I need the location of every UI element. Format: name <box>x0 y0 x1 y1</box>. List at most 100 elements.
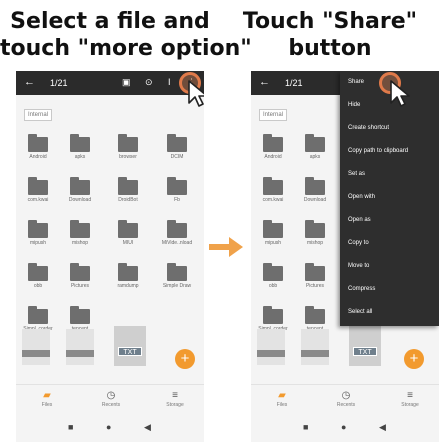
back-triangle-icon[interactable]: ◀ <box>379 422 386 433</box>
folder-item[interactable]: Android <box>24 134 52 164</box>
folder-item[interactable]: Pictures <box>66 263 94 293</box>
folder-item[interactable]: Simple Draw <box>163 263 191 293</box>
selection-count: 1/21 <box>285 78 303 88</box>
folder-item[interactable]: Download <box>66 177 94 207</box>
menu-item-create-shortcut[interactable]: Create shortcut <box>340 117 439 140</box>
back-triangle-icon[interactable]: ◀ <box>144 422 151 433</box>
menu-item-copy-path[interactable]: Copy path to clipboard <box>340 140 439 163</box>
nav-label: Storage <box>166 402 184 408</box>
nav-recents[interactable]: ◷ Recents <box>86 390 136 408</box>
folder-label: obb <box>268 283 278 289</box>
rename-icon[interactable]: I <box>168 77 171 87</box>
folder-label: browser <box>119 154 137 160</box>
selected-file-item[interactable]: TXT <box>114 326 146 366</box>
folder-item[interactable]: mishop <box>301 220 329 250</box>
folder-icon <box>167 220 187 238</box>
folder-item[interactable]: browser <box>114 134 142 164</box>
folder-label: Android <box>29 154 47 160</box>
folder-icon <box>305 177 325 195</box>
folder-item[interactable]: DroidBot <box>114 177 142 207</box>
bottom-navigation: ▰ Files ◷ Recents ≡ Storage <box>251 384 439 418</box>
next-step-arrow-icon <box>209 237 243 257</box>
location-tag[interactable]: Internal <box>259 109 288 121</box>
add-fab-button[interactable]: + <box>404 349 424 369</box>
menu-item-copy-to[interactable]: Copy to <box>340 232 439 255</box>
home-circle-icon[interactable]: ● <box>106 422 111 432</box>
location-tag[interactable]: Internal <box>24 109 53 121</box>
folder-item[interactable]: com.kwai <box>24 177 52 207</box>
nav-files[interactable]: ▰ Files <box>257 390 307 408</box>
folder-item[interactable]: Fb <box>163 177 191 207</box>
folder-item[interactable]: mishop <box>66 220 94 250</box>
menu-item-select-all[interactable]: Select all <box>340 301 439 324</box>
folder-icon <box>70 263 90 281</box>
recents-square-icon[interactable]: ■ <box>68 422 73 432</box>
folder-icon <box>263 177 283 195</box>
system-navigation: ■ ● ◀ <box>16 418 204 442</box>
hand-cursor-icon <box>390 80 410 107</box>
caption-line: Select a file and <box>10 9 210 34</box>
folder-item[interactable]: apks <box>301 134 329 164</box>
menu-item-open-with[interactable]: Open with <box>340 186 439 209</box>
add-fab-button[interactable]: + <box>175 349 195 369</box>
folder-item[interactable]: Pictures <box>301 263 329 293</box>
file-item[interactable] <box>257 329 285 365</box>
folder-item[interactable]: obb <box>259 263 287 293</box>
folder-icon <box>118 177 138 195</box>
folder-item[interactable]: ramdump <box>114 263 142 293</box>
txt-badge: TXT <box>118 347 142 356</box>
folder-icon <box>70 177 90 195</box>
folder-item[interactable]: MIUI <box>114 220 142 250</box>
folder-icon <box>263 306 283 324</box>
phone-screen-right: ← 1/21 Internal AndroidapksbrowserDCIMco… <box>251 71 439 442</box>
folder-item[interactable]: obb <box>24 263 52 293</box>
info-icon[interactable]: ⊙ <box>145 77 153 88</box>
select-box-icon[interactable]: ▣ <box>122 77 131 88</box>
back-arrow-icon[interactable]: ← <box>259 76 270 88</box>
file-item[interactable] <box>22 329 50 365</box>
instruction-caption-left: Select a file and touch "more option" <box>0 8 252 62</box>
folder-label: Fb <box>174 197 180 203</box>
folder-label: com.kwai <box>262 197 284 203</box>
storage-icon: ≡ <box>407 390 413 401</box>
folder-item[interactable]: MiVide..nload <box>162 220 192 250</box>
nav-files[interactable]: ▰ Files <box>22 390 72 408</box>
folder-label: Android <box>264 154 282 160</box>
home-circle-icon[interactable]: ● <box>341 422 346 432</box>
file-item[interactable] <box>66 329 94 365</box>
clock-icon: ◷ <box>106 390 116 401</box>
files-icon: ▰ <box>278 390 286 401</box>
menu-item-set-as[interactable]: Set as <box>340 163 439 186</box>
folder-icon <box>28 177 48 195</box>
selected-file-item[interactable]: TXT <box>349 326 381 366</box>
nav-storage[interactable]: ≡ Storage <box>385 390 435 408</box>
more-options-menu: Share Hide Create shortcut Copy path to … <box>340 71 439 326</box>
menu-item-move-to[interactable]: Move to <box>340 255 439 278</box>
menu-item-compress[interactable]: Compress <box>340 278 439 301</box>
folder-icon <box>28 306 48 324</box>
folder-icon <box>118 134 138 152</box>
file-item[interactable] <box>301 329 329 365</box>
folder-icon <box>305 220 325 238</box>
nav-storage[interactable]: ≡ Storage <box>150 390 200 408</box>
folder-label: DCIM <box>170 154 184 160</box>
folder-label: MIUI <box>122 240 134 246</box>
clock-icon: ◷ <box>341 390 351 401</box>
folder-label: apks <box>74 154 86 160</box>
folder-icon <box>263 220 283 238</box>
folder-item[interactable]: Download <box>301 177 329 207</box>
folder-icon <box>167 263 187 281</box>
folder-item[interactable]: com.kwai <box>259 177 287 207</box>
folder-item[interactable]: mipush <box>259 220 287 250</box>
folder-item[interactable]: Android <box>259 134 287 164</box>
folder-item[interactable]: mipush <box>24 220 52 250</box>
nav-recents[interactable]: ◷ Recents <box>321 390 371 408</box>
menu-item-open-as[interactable]: Open as <box>340 209 439 232</box>
folder-label: mipush <box>29 240 47 246</box>
back-arrow-icon[interactable]: ← <box>24 76 35 88</box>
folder-item[interactable]: DCIM <box>163 134 191 164</box>
caption-line: touch "more option" <box>0 36 252 61</box>
recents-square-icon[interactable]: ■ <box>303 422 308 432</box>
folder-label: DroidBot <box>118 197 138 203</box>
folder-item[interactable]: apks <box>66 134 94 164</box>
